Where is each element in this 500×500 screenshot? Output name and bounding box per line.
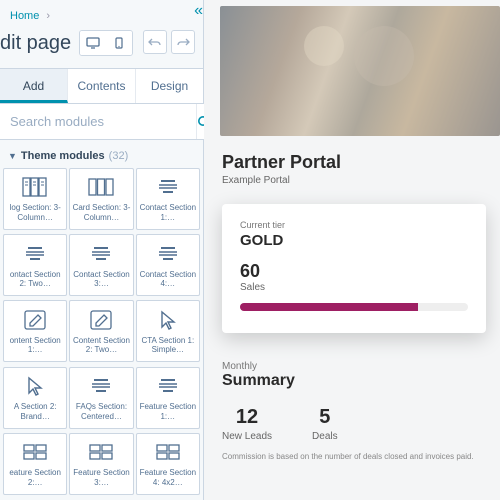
module-tile[interactable]: Contact Section 3:… [69,234,133,296]
undo-icon [148,37,162,47]
preview-pane: Partner Portal Example Portal Current ti… [204,0,500,500]
cursor-icon [26,374,44,398]
device-toggle [79,30,133,56]
progress-fill [240,303,418,311]
module-label: ontent Section 1:… [6,336,64,355]
module-label: A Section 2: Brand… [6,402,64,421]
module-label: eature Section 2:… [6,468,64,487]
stat-label: Deals [312,431,338,442]
tier-value: GOLD [240,232,468,249]
hero-image [220,6,500,136]
module-tile[interactable]: ontent Section 1:… [3,300,67,362]
modules-grid: log Section: 3-Column… Card Section: 3-Co… [0,168,203,500]
desktop-view-button[interactable] [80,31,106,55]
editor-tabs: Add Contents Design [0,68,203,104]
lines-icon [157,242,179,266]
module-tile[interactable]: A Section 2: Brand… [3,367,67,429]
module-tile[interactable]: Feature Section 1:… [136,367,200,429]
module-tile[interactable]: CTA Section 1: Simple… [136,300,200,362]
module-label: CTA Section 1: Simple… [139,336,197,355]
stat-value: 5 [312,406,338,429]
lines-icon [90,242,112,266]
pencil-icon [24,308,46,332]
tier-metric-value: 60 [240,261,468,282]
tab-add[interactable]: Add [0,69,68,103]
module-label: Contact Section 4:… [139,270,197,289]
redo-icon [176,37,190,47]
redo-button[interactable] [171,30,195,54]
lines-icon [90,374,112,398]
grid-icon [23,440,47,464]
modules-section-header[interactable]: ▼ Theme modules (32) [0,140,203,168]
module-label: Feature Section 1:… [139,402,197,421]
module-label: Card Section: 3-Column… [72,203,130,222]
cols-text-icon [22,175,48,199]
module-tile[interactable]: FAQs Section: Centered… [69,367,133,429]
module-label: FAQs Section: Centered… [72,402,130,421]
section-label: Theme modules [21,150,105,162]
section-count: (32) [109,150,129,162]
portal-title: Partner Portal [204,136,500,175]
lines-icon [157,175,179,199]
tier-card: Current tier GOLD 60 Sales [222,204,486,333]
tab-contents[interactable]: Contents [68,69,136,103]
module-tile[interactable]: log Section: 3-Column… [3,168,67,230]
summary-title: Summary [204,372,500,400]
breadcrumb-home-link[interactable]: Home [10,10,39,22]
title-controls [79,30,195,56]
module-tile[interactable]: Contact Section 4:… [136,234,200,296]
module-tile[interactable]: Feature Section 4: 4x2… [136,433,200,495]
title-row: dit page [0,26,203,68]
module-label: Contact Section 3:… [72,270,130,289]
stat-deals: 5 Deals [312,406,338,442]
portal-subtitle: Example Portal [204,175,500,200]
collapse-icon[interactable]: « [194,2,203,20]
grid-icon [156,440,180,464]
search-row [0,104,203,140]
commission-footnote: Commission is based on the number of dea… [204,452,500,461]
module-tile[interactable]: eature Section 2:… [3,433,67,495]
breadcrumb: Home › [0,0,203,26]
search-input[interactable] [0,104,196,139]
stat-label: New Leads [222,431,272,442]
module-tile[interactable]: Contact Section 1:… [136,168,200,230]
grid-icon [89,440,113,464]
module-label: ontact Section 2: Two… [6,270,64,289]
stats-row: 12 New Leads 5 Deals [204,400,500,452]
editor-sidebar: « Home › dit page [0,0,204,500]
module-label: Feature Section 3:… [72,468,130,487]
module-tile[interactable]: ontact Section 2: Two… [3,234,67,296]
mobile-icon [115,37,123,49]
stat-new-leads: 12 New Leads [222,406,272,442]
undo-redo-group [143,30,195,56]
cards-icon [88,175,114,199]
tab-design[interactable]: Design [136,69,203,103]
progress-bar [240,303,468,311]
stat-value: 12 [222,406,272,429]
undo-button[interactable] [143,30,167,54]
cursor-icon [159,308,177,332]
chevron-down-icon: ▼ [8,151,17,161]
module-tile[interactable]: Card Section: 3-Column… [69,168,133,230]
chevron-right-icon: › [46,10,50,22]
desktop-icon [86,37,100,49]
pencil-icon [90,308,112,332]
lines-icon [24,242,46,266]
page-title: dit page [0,32,71,55]
module-label: Feature Section 4: 4x2… [139,468,197,487]
module-label: Contact Section 1:… [139,203,197,222]
module-label: log Section: 3-Column… [6,203,64,222]
tier-metric-label: Sales [240,282,468,293]
monthly-label: Monthly [204,349,500,372]
module-tile[interactable]: Feature Section 3:… [69,433,133,495]
module-tile[interactable]: Content Section 2: Two… [69,300,133,362]
lines-icon [157,374,179,398]
tier-label: Current tier [240,220,468,230]
mobile-view-button[interactable] [106,31,132,55]
module-label: Content Section 2: Two… [72,336,130,355]
